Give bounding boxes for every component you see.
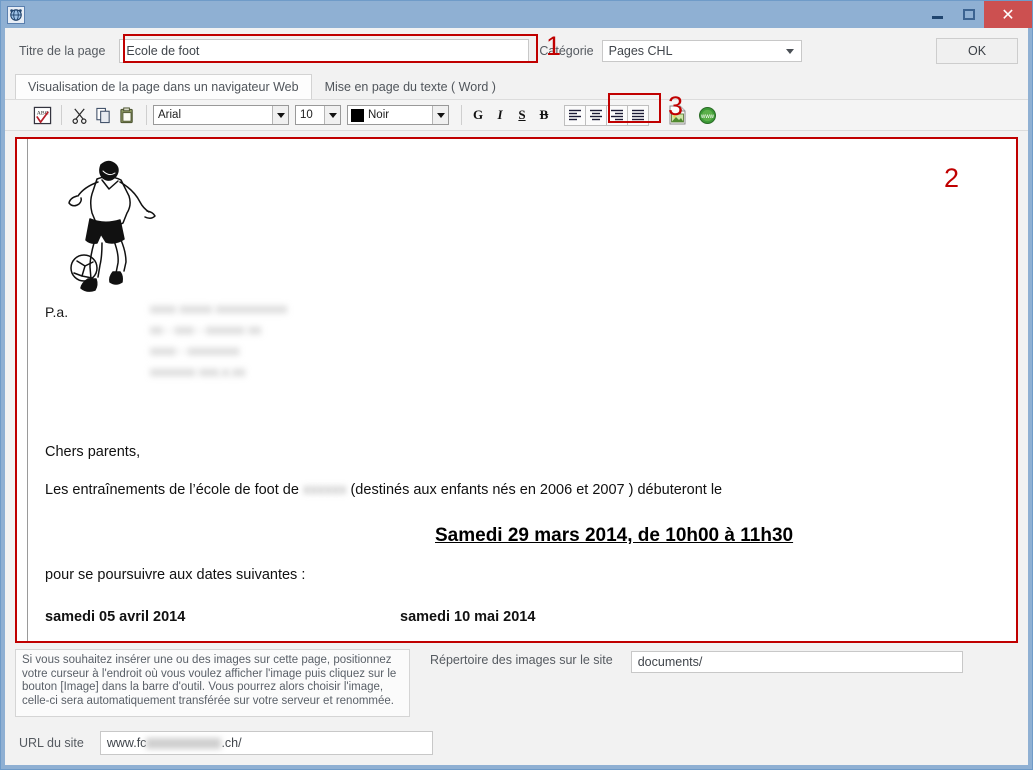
bold-button[interactable]: G — [468, 105, 488, 125]
image-directory-input[interactable]: documents/ — [630, 651, 963, 673]
app-globe-network-icon — [7, 5, 25, 24]
font-family-select[interactable]: Arial — [153, 105, 289, 125]
svg-text:www: www — [700, 114, 715, 120]
application-window: ✕ Titre de la page Ecole de foot Catégor… — [0, 0, 1033, 770]
paragraph-1-after: (destinés aux enfants nés en 2006 et 200… — [346, 482, 723, 498]
annotation-marker-3: 3 — [668, 91, 684, 121]
insert-web-link-icon[interactable]: www — [695, 103, 719, 127]
chevron-down-icon[interactable] — [272, 106, 288, 124]
soccer-player-illustration — [57, 155, 162, 305]
paragraph-2: pour se poursuivre aux dates suivantes : — [45, 567, 306, 583]
pa-label: P.a. — [45, 304, 69, 320]
window-content: Titre de la page Ecole de foot Catégorie… — [1, 28, 1032, 769]
image-directory-label: Répertoire des images sur le site — [430, 653, 613, 667]
page-content-editor[interactable]: P.a. xxxx xxxxx xxxxxxxxxxx xx - xxx - x… — [15, 137, 1018, 643]
site-url-redacted — [146, 737, 222, 749]
site-url-prefix: www.fc — [106, 736, 147, 750]
toolbar-separator — [146, 105, 147, 125]
strikethrough-button[interactable]: B — [534, 105, 554, 125]
maximize-button[interactable] — [953, 1, 984, 28]
spellcheck-abc-icon[interactable]: ABC — [31, 104, 53, 126]
bottom-panel: Si vous souhaitez insérer une ou des ima… — [5, 643, 1028, 721]
copy-icon[interactable] — [92, 104, 114, 126]
site-url-suffix: .ch/ — [221, 736, 242, 750]
title-bar: ✕ — [1, 1, 1032, 28]
page-title-input[interactable]: Ecole de foot — [119, 39, 530, 63]
paste-icon[interactable] — [116, 104, 138, 126]
font-size-select[interactable]: 10 — [295, 105, 341, 125]
chevron-down-icon[interactable] — [324, 106, 340, 124]
tab-mise-en-page[interactable]: Mise en page du texte ( Word ) — [311, 74, 509, 99]
window-controls: ✕ — [922, 1, 1032, 28]
italic-button[interactable]: I — [490, 105, 510, 125]
greeting-line: Chers parents, — [45, 444, 141, 460]
site-url-label: URL du site — [19, 736, 84, 750]
date-2: samedi 10 mai 2014 — [400, 609, 536, 625]
paragraph-1-before: Les entraînements de l’école de foot de — [45, 482, 303, 498]
ok-button[interactable]: OK — [936, 38, 1018, 64]
page-title-field-wrap: Ecole de foot — [119, 39, 530, 63]
font-family-value: Arial — [158, 109, 182, 121]
tab-strip: Visualisation de la page dans un navigat… — [5, 74, 1028, 99]
image-help-text: Si vous souhaitez insérer une ou des ima… — [15, 649, 410, 717]
chevron-down-icon — [785, 49, 794, 54]
minimize-button[interactable] — [922, 1, 953, 28]
font-color-select[interactable]: Noir — [347, 105, 449, 125]
site-url-input[interactable]: www.fc .ch/ — [99, 731, 433, 755]
color-swatch — [351, 108, 364, 122]
tab-visualisation[interactable]: Visualisation de la page dans un navigat… — [15, 74, 312, 99]
url-row: URL du site www.fc .ch/ — [5, 721, 1028, 765]
editor-toolbar: ABC Arial 10 Noir G I S B www — [5, 99, 1028, 131]
redacted-address-line-4: xxxxxxx xxx.x.xx — [150, 364, 246, 379]
align-justify-icon[interactable] — [627, 104, 649, 126]
annotation-marker-1: 1 — [546, 31, 562, 61]
toolbar-separator — [61, 105, 62, 125]
redacted-address-line-3: xxxx - xxxxxxxx — [150, 343, 240, 358]
align-left-icon[interactable] — [564, 104, 586, 126]
alignment-group — [564, 104, 649, 126]
font-color-value: Noir — [368, 109, 390, 121]
annotation-marker-2: 2 — [944, 163, 960, 193]
chevron-down-icon[interactable] — [432, 106, 448, 124]
editor-surface[interactable]: P.a. xxxx xxxxx xxxxxxxxxxx xx - xxx - x… — [17, 139, 1016, 641]
paragraph-1: Les entraînements de l’école de foot de … — [45, 482, 722, 498]
page-title-label: Titre de la page — [19, 44, 106, 58]
underline-button[interactable]: S — [512, 105, 532, 125]
redacted-address-line-1: xxxx xxxxx xxxxxxxxxxx — [150, 301, 288, 316]
align-right-icon[interactable] — [606, 104, 628, 126]
scissors-icon[interactable] — [68, 104, 90, 126]
toolbar-separator — [461, 105, 462, 125]
editor-left-rule — [27, 139, 28, 641]
page-header-row: Titre de la page Ecole de foot Catégorie… — [5, 28, 1028, 74]
category-selected-value: Pages CHL — [608, 44, 673, 58]
align-center-icon[interactable] — [585, 104, 607, 126]
document-body: P.a. xxxx xxxxx xxxxxxxxxxx xx - xxx - x… — [35, 147, 1006, 641]
redacted-address-line-2: xx - xxx - xxxxxx xx — [150, 322, 262, 337]
category-select[interactable]: Pages CHL — [601, 40, 802, 62]
paragraph-1-redacted-name: xxxxxx — [302, 482, 347, 498]
font-size-value: 10 — [300, 109, 313, 121]
close-button[interactable]: ✕ — [984, 1, 1032, 28]
headline-date: Samedi 29 mars 2014, de 10h00 à 11h30 — [435, 525, 794, 546]
date-1: samedi 05 avril 2014 — [45, 609, 186, 625]
